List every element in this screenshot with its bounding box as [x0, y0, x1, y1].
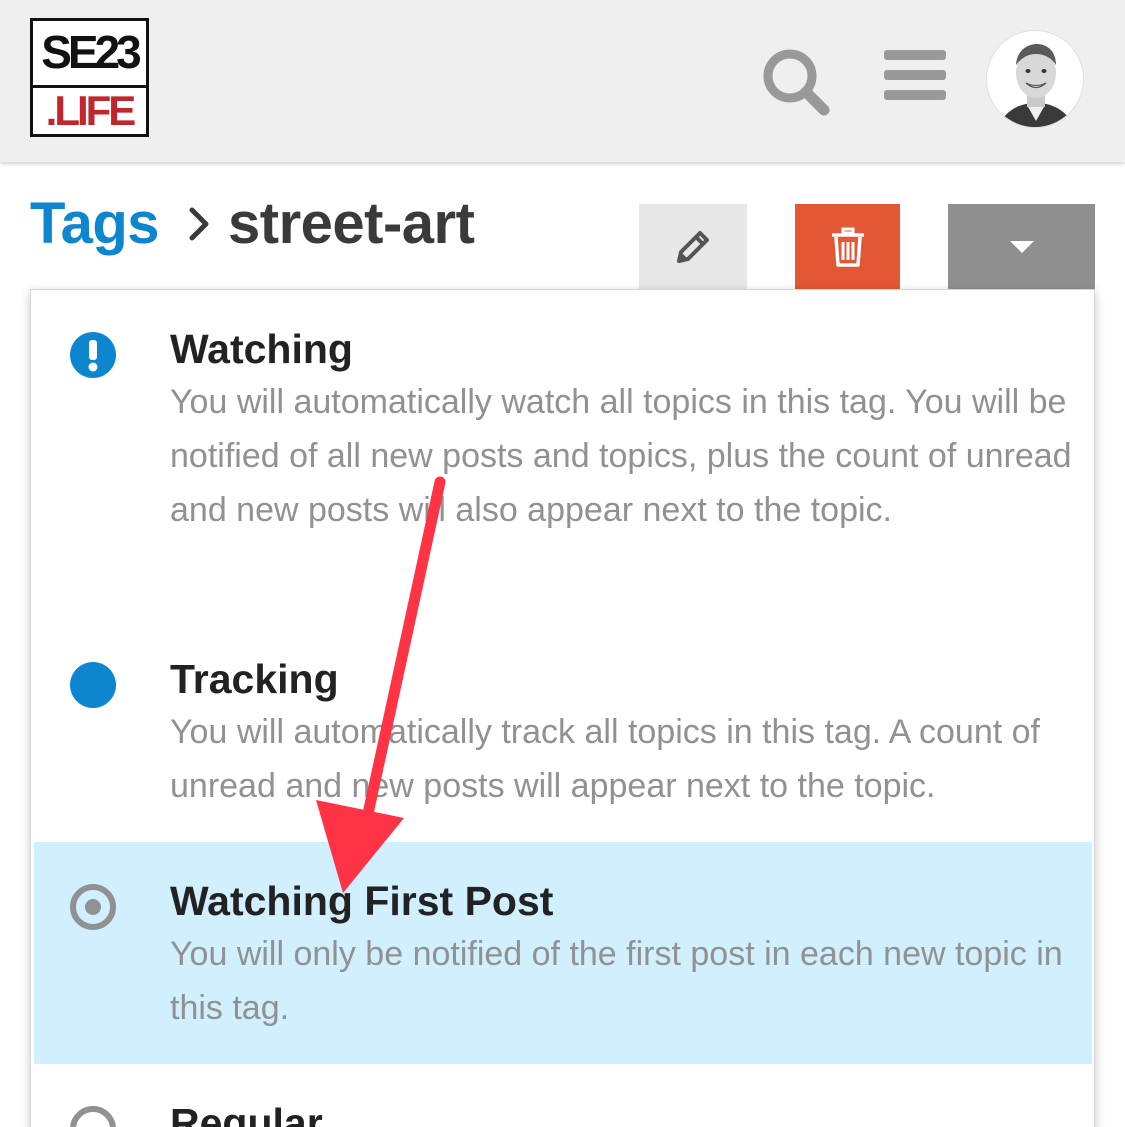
- caret-down-icon: [1009, 241, 1034, 253]
- page-title: street-art: [228, 191, 475, 256]
- edit-tag-button[interactable]: [639, 204, 747, 290]
- logo-text-bottom: .LIFE: [45, 87, 137, 134]
- notification-level-button[interactable]: [948, 204, 1095, 290]
- option-description: You will only be notified of the first p…: [170, 935, 1063, 1027]
- delete-tag-button[interactable]: [795, 204, 900, 290]
- dot-circle-icon: [68, 882, 118, 932]
- hamburger-menu-icon[interactable]: [880, 44, 950, 108]
- site-logo[interactable]: SE23 .LIFE: [30, 18, 149, 137]
- notification-level-menu: Watching You will automatically watch al…: [30, 289, 1095, 1127]
- menu-option-regular[interactable]: Regular: [34, 1064, 1092, 1127]
- chevron-right-icon: [186, 204, 212, 244]
- exclamation-circle-icon: [68, 330, 118, 380]
- site-header: SE23 .LIFE: [0, 0, 1125, 162]
- option-title: Regular: [170, 1100, 323, 1127]
- filled-circle-icon: [68, 660, 118, 710]
- menu-option-watching-first-post[interactable]: Watching First Post You will only be not…: [34, 842, 1092, 1064]
- option-title: Watching: [170, 326, 353, 372]
- trash-icon: [831, 227, 864, 267]
- option-title: Watching First Post: [170, 878, 554, 924]
- breadcrumb-tags-link[interactable]: Tags: [30, 190, 160, 257]
- empty-circle-icon: [68, 1104, 118, 1127]
- logo-text-top: SE23: [41, 26, 142, 78]
- option-description: You will automatically watch all topics …: [170, 383, 1072, 529]
- option-description: You will automatically track all topics …: [170, 713, 1040, 805]
- menu-option-tracking[interactable]: Tracking You will automatically track al…: [34, 620, 1092, 842]
- option-title: Tracking: [170, 656, 339, 702]
- pencil-icon: [677, 231, 709, 263]
- search-icon[interactable]: [758, 44, 834, 120]
- user-avatar[interactable]: [986, 30, 1084, 128]
- menu-option-watching[interactable]: Watching You will automatically watch al…: [34, 290, 1092, 620]
